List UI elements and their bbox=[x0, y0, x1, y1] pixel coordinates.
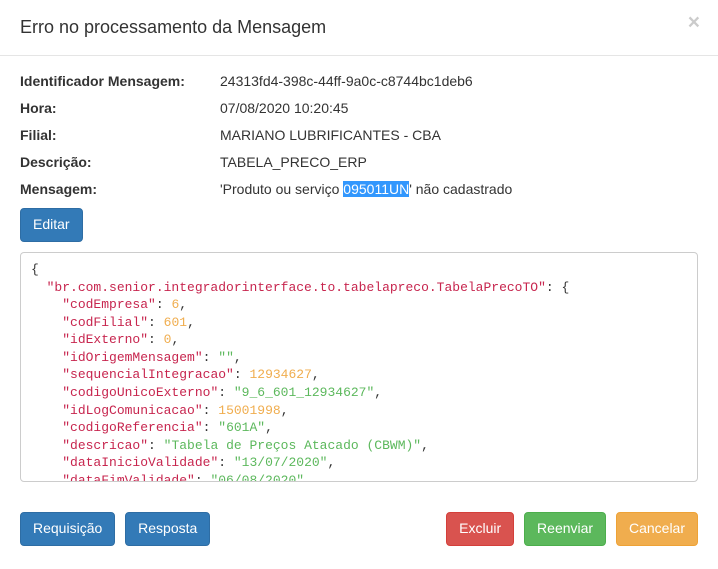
mensagem-prefix: 'Produto ou serviço bbox=[220, 181, 343, 197]
json-payload-box[interactable]: { "br.com.senior.integradorinterface.to.… bbox=[20, 252, 698, 482]
label-hora: Hora: bbox=[20, 98, 220, 119]
editar-button[interactable]: Editar bbox=[20, 208, 83, 242]
label-filial: Filial: bbox=[20, 125, 220, 146]
modal-footer: Requisição Resposta Excluir Reenviar Can… bbox=[0, 497, 718, 561]
value-hora: 07/08/2020 10:20:45 bbox=[220, 98, 698, 119]
value-identificador: 24313fd4-398c-44ff-9a0c-c8744bc1deb6 bbox=[220, 71, 698, 92]
footer-right: Excluir Reenviar Cancelar bbox=[446, 512, 698, 546]
edit-button-wrap: Editar bbox=[20, 208, 698, 242]
close-button[interactable]: × bbox=[688, 12, 700, 33]
footer-left: Requisição Resposta bbox=[20, 512, 210, 546]
field-hora: Hora: 07/08/2020 10:20:45 bbox=[20, 98, 698, 119]
excluir-button[interactable]: Excluir bbox=[446, 512, 514, 546]
reenviar-button[interactable]: Reenviar bbox=[524, 512, 606, 546]
mensagem-highlight: 095011UN bbox=[343, 181, 409, 197]
label-identificador: Identificador Mensagem: bbox=[20, 71, 220, 92]
label-mensagem: Mensagem: bbox=[20, 179, 220, 200]
cancelar-button[interactable]: Cancelar bbox=[616, 512, 698, 546]
field-mensagem: Mensagem: 'Produto ou serviço 095011UN' … bbox=[20, 179, 698, 200]
modal-header: Erro no processamento da Mensagem × bbox=[0, 0, 718, 56]
value-mensagem: 'Produto ou serviço 095011UN' não cadast… bbox=[220, 179, 698, 200]
label-descricao: Descrição: bbox=[20, 152, 220, 173]
field-identificador: Identificador Mensagem: 24313fd4-398c-44… bbox=[20, 71, 698, 92]
value-descricao: TABELA_PRECO_ERP bbox=[220, 152, 698, 173]
modal-title: Erro no processamento da Mensagem bbox=[20, 15, 698, 40]
error-modal: Erro no processamento da Mensagem × Iden… bbox=[0, 0, 718, 561]
value-filial: MARIANO LUBRIFICANTES - CBA bbox=[220, 125, 698, 146]
resposta-button[interactable]: Resposta bbox=[125, 512, 210, 546]
modal-body: Identificador Mensagem: 24313fd4-398c-44… bbox=[0, 56, 718, 497]
requisicao-button[interactable]: Requisição bbox=[20, 512, 115, 546]
field-descricao: Descrição: TABELA_PRECO_ERP bbox=[20, 152, 698, 173]
field-filial: Filial: MARIANO LUBRIFICANTES - CBA bbox=[20, 125, 698, 146]
mensagem-suffix: ' não cadastrado bbox=[409, 181, 512, 197]
